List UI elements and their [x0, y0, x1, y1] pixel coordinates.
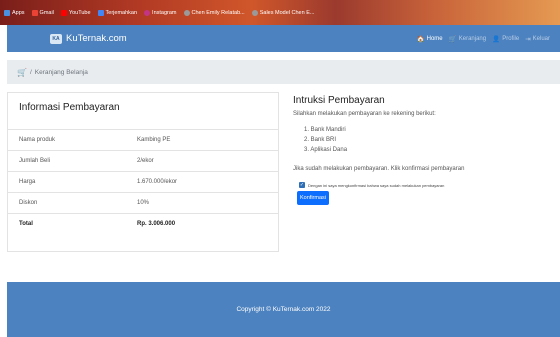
total-label: Total — [19, 221, 33, 227]
table-row: Jumlah Beli 2/ekor — [8, 150, 278, 171]
copyright-text: Copyright © KuTernak.com 2022 — [236, 306, 331, 313]
nav-keranjang[interactable]: 🛒 Keranjang — [449, 35, 486, 43]
breadcrumb-current: Keranjang Belanja — [34, 68, 88, 76]
confirm-checkbox-row: ✓ Dengan ini saya mengkonfirmasi bahwa s… — [299, 182, 553, 188]
bookmark-gmail[interactable]: Gmail — [31, 9, 54, 16]
youtube-icon — [60, 9, 67, 16]
confirm-button[interactable]: Konfirmasi — [297, 191, 329, 205]
table-row: Harga 1.670.000/ekor — [8, 171, 278, 192]
globe-icon — [251, 9, 258, 16]
bank-list: 1. Bank Mandiri 2. Bank BRI 3. Aplikasi … — [304, 125, 553, 155]
list-item: 1. Bank Mandiri — [304, 127, 346, 133]
row-label: Jumlah Beli — [19, 158, 51, 164]
table-row: Diskon 10% — [8, 192, 278, 213]
home-icon: 🏠 — [416, 35, 425, 43]
nav-links: 🏠 Home 🛒 Keranjang 👤 Profile ⇥ Keluar — [411, 35, 550, 43]
brand-logo-icon: KA — [50, 33, 62, 44]
row-label: Harga — [19, 179, 36, 185]
globe-icon — [183, 9, 190, 16]
list-item: 3. Aplikasi Dana — [304, 147, 348, 153]
bookmark-instagram[interactable]: Instagram — [144, 9, 177, 16]
instagram-icon — [144, 9, 151, 16]
row-label: Diskon — [19, 200, 38, 206]
confirm-checkbox[interactable]: ✓ — [299, 182, 305, 188]
bookmark-sales-model[interactable]: Sales Model Chen E... — [251, 9, 314, 16]
row-value: 2/ekor — [137, 158, 154, 164]
row-value: Kambing PE — [137, 137, 171, 143]
row-value: 10% — [137, 200, 150, 206]
nav-keluar[interactable]: ⇥ Keluar — [525, 35, 550, 43]
list-item: 2. Bank BRI — [304, 137, 337, 143]
table-row: Nama produk Kambing PE — [8, 129, 278, 150]
instructions-note: Jika sudah melakukan pembayaran. Klik ko… — [293, 166, 465, 172]
bookmarks-bar: Apps Gmail YouTube Terjemahkan Instagram… — [0, 0, 560, 25]
brand[interactable]: KA KuTernak.com — [50, 33, 127, 44]
breadcrumb: 🛒 / Keranjang Belanja — [7, 60, 560, 84]
gmail-icon — [31, 9, 38, 16]
total-value: Rp. 3.006.000 — [137, 221, 176, 227]
brand-name: KuTernak.com — [66, 33, 127, 44]
cart-icon: 🛒 — [448, 35, 457, 43]
footer: Copyright © KuTernak.com 2022 — [7, 282, 560, 337]
nav-home[interactable]: 🏠 Home — [417, 35, 443, 43]
instructions-subtitle: Silahkan melakukan pembayaran ke rekenin… — [293, 111, 436, 117]
bookmark-chen-emily[interactable]: Chen Emily Relatab... — [183, 9, 245, 16]
row-value: 1.670.000/ekor — [137, 179, 178, 185]
table-row-total: Total Rp. 3.006.000 — [8, 213, 278, 249]
confirm-checkbox-label[interactable]: Dengan ini saya mengkonfirmasi bahwa say… — [308, 183, 444, 188]
bookmark-youtube[interactable]: YouTube — [60, 9, 91, 16]
payment-info-title: Informasi Pembayaran — [19, 102, 120, 113]
bookmark-apps[interactable]: Apps — [4, 9, 25, 16]
navbar: KA KuTernak.com 🏠 Home 🛒 Keranjang 👤 Pro… — [7, 25, 560, 52]
nav-profile[interactable]: 👤 Profile — [492, 35, 519, 43]
translate-icon — [97, 9, 104, 16]
row-label: Nama produk — [19, 137, 56, 143]
payment-info-card: Informasi Pembayaran Nama produk Kambing… — [7, 92, 279, 252]
bookmark-translate[interactable]: Terjemahkan — [97, 9, 137, 16]
user-icon: 👤 — [492, 35, 501, 43]
instructions-title: Intruksi Pembayaran — [293, 95, 385, 106]
apps-grid-icon — [4, 9, 10, 16]
cart-icon[interactable]: 🛒 — [17, 68, 27, 77]
breadcrumb-separator: / — [29, 68, 32, 76]
logout-icon: ⇥ — [525, 35, 531, 43]
payment-instructions: Intruksi Pembayaran Silahkan melakukan p… — [293, 92, 553, 205]
